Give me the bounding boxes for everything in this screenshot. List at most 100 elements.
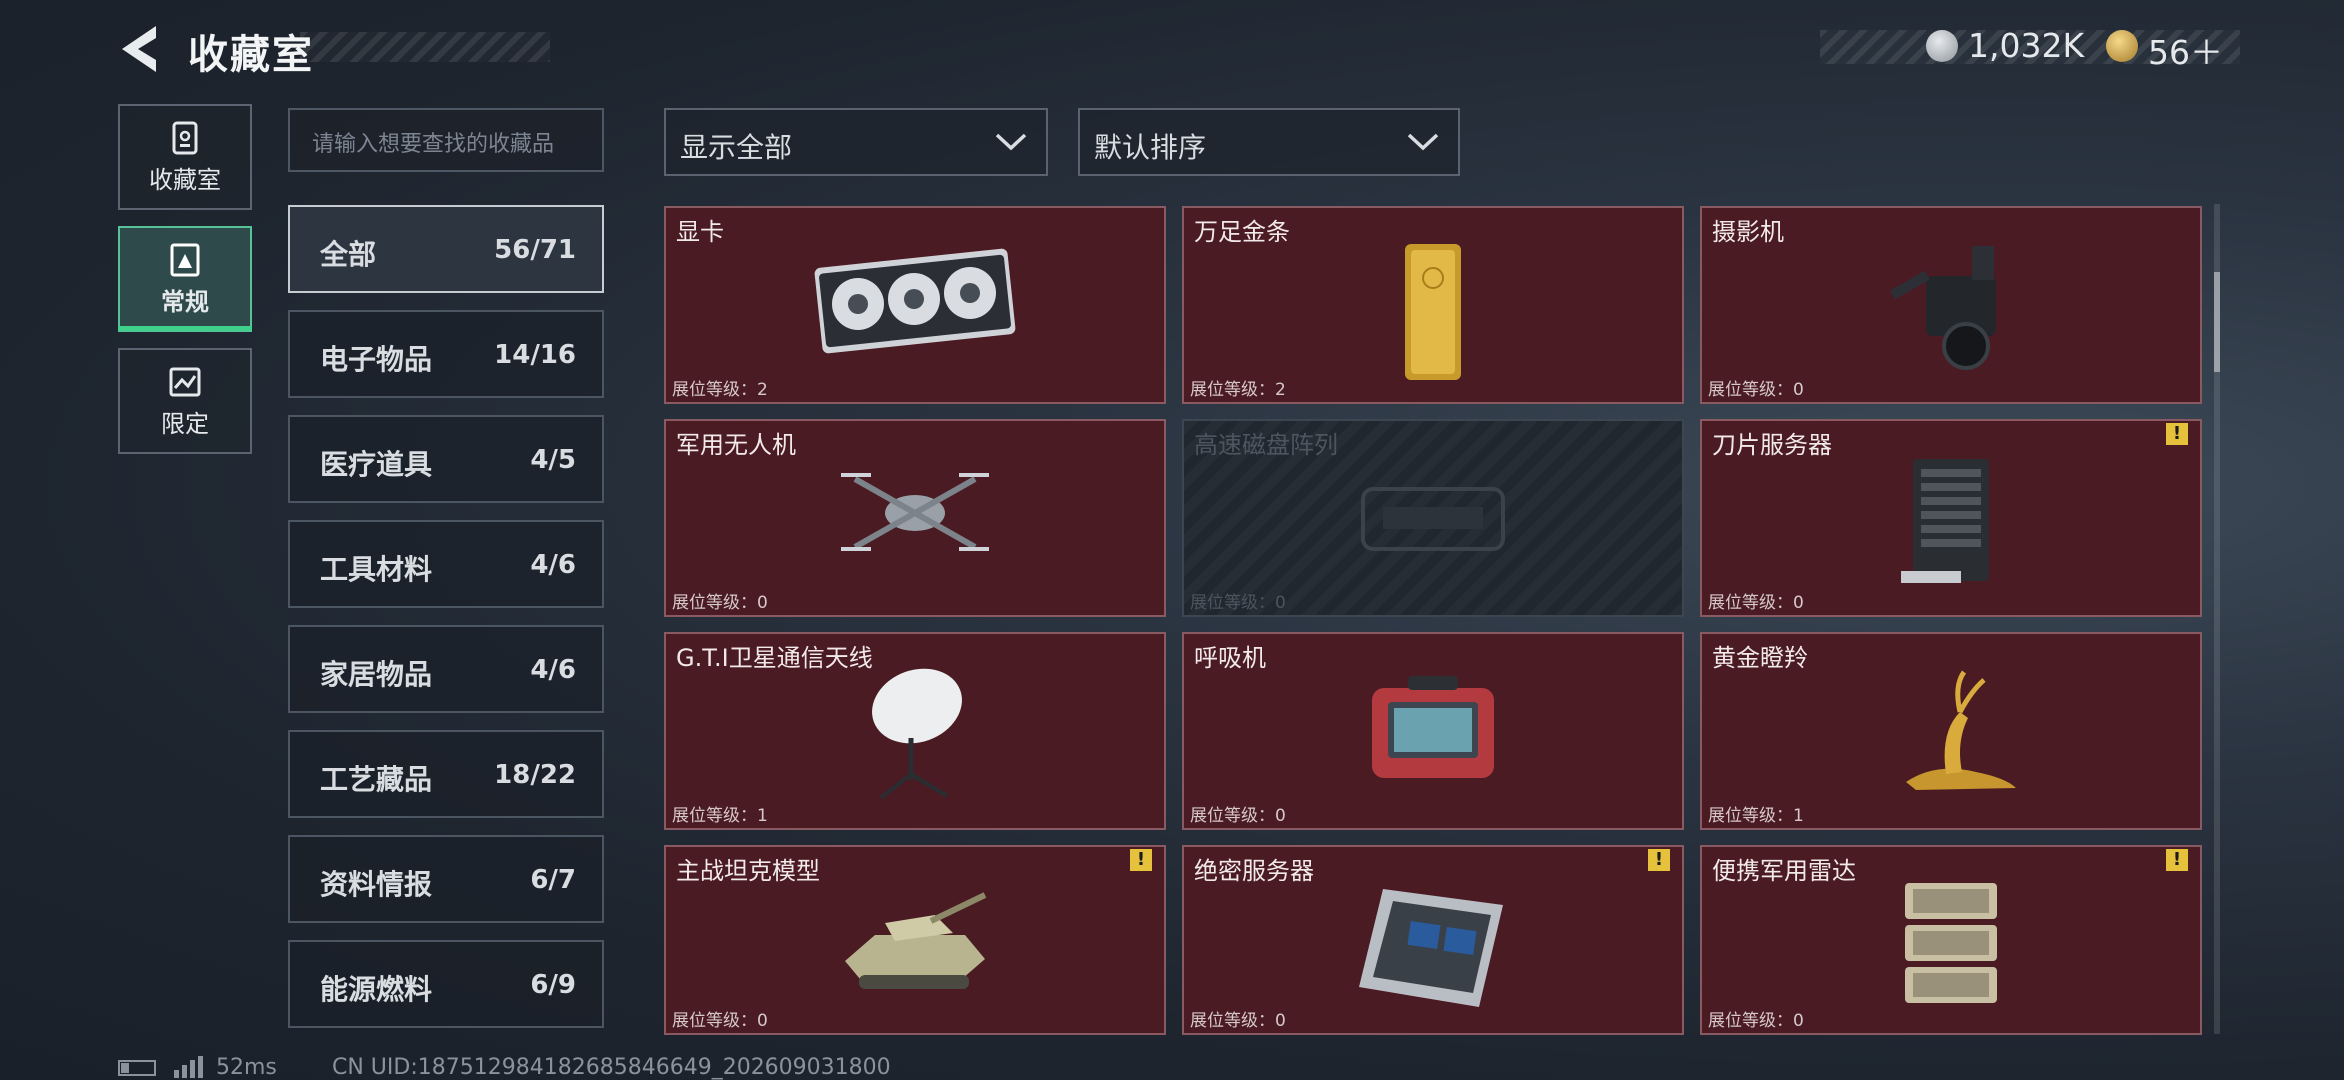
item-level: 展位等级：0	[1190, 806, 1286, 826]
category-name: 能源燃料	[320, 973, 433, 1006]
nav-label-limited: 限定	[161, 410, 209, 438]
category-name: 工具材料	[320, 553, 433, 586]
category-tools[interactable]: 工具材料 4/6	[288, 520, 604, 608]
item-card-ventilator[interactable]: 呼吸机 展位等级：0	[1182, 632, 1684, 830]
ping-value: 52ms	[216, 1055, 277, 1080]
item-card-secret-server[interactable]: 绝密服务器 ! 展位等级：0	[1182, 845, 1684, 1035]
collection-room-icon	[172, 121, 198, 155]
golden-gazelle-icon	[1906, 670, 2016, 790]
item-name: 黄金瞪羚	[1712, 644, 1808, 672]
silver-coin-icon	[1926, 30, 1958, 62]
tank-model-icon	[845, 892, 987, 989]
item-card-gold-bar[interactable]: 万足金条 展位等级：2	[1182, 206, 1684, 404]
item-name: 便携军用雷达	[1712, 857, 1856, 885]
drone-icon	[841, 473, 989, 551]
category-medical[interactable]: 医疗道具 4/5	[288, 415, 604, 503]
nav-label-collection-room: 收藏室	[149, 166, 221, 194]
sort-dropdown[interactable]: 默认排序	[1078, 108, 1460, 176]
category-all[interactable]: 全部 56/71	[288, 205, 604, 293]
item-name: 军用无人机	[676, 431, 796, 459]
item-name: 主战坦克模型	[676, 857, 820, 885]
item-card-golden-gazelle[interactable]: 黄金瞪羚 展位等级：1	[1700, 632, 2202, 830]
camera-icon	[1890, 246, 1996, 370]
category-count: 56/71	[494, 235, 576, 265]
title-decoration	[300, 32, 550, 62]
item-level: 展位等级：2	[672, 380, 768, 400]
item-level: 展位等级：0	[1190, 1011, 1286, 1031]
category-crafts[interactable]: 工艺藏品 18/22	[288, 730, 604, 818]
secret-server-icon	[1359, 889, 1503, 1007]
item-name: 显卡	[676, 218, 724, 246]
category-intel[interactable]: 资料情报 6/7	[288, 835, 604, 923]
item-level: 展位等级：1	[1708, 806, 1804, 826]
gold-currency-value[interactable]: 56＋	[2148, 26, 2223, 74]
search-input[interactable]: 请输入想要查找的收藏品	[288, 108, 604, 172]
user-uid: CN UID:18751298418268584​6649_2026090318…	[332, 1055, 891, 1080]
item-card-graphics-card[interactable]: 显卡 展位等级：2	[664, 206, 1166, 404]
gold-bar-icon	[1405, 244, 1461, 380]
regular-icon	[170, 243, 200, 277]
show-filter-value: 显示全部	[680, 131, 793, 164]
item-level: 展位等级：1	[672, 806, 768, 826]
ventilator-icon	[1372, 676, 1494, 778]
nav-regular[interactable]: 常规	[118, 226, 252, 332]
category-name: 资料情报	[320, 868, 433, 901]
category-name: 工艺藏品	[320, 763, 433, 796]
page-title: 收藏室	[188, 32, 314, 78]
warning-icon: !	[1648, 849, 1670, 871]
chevron-down-icon	[1407, 133, 1439, 151]
category-count: 4/5	[530, 445, 576, 475]
item-level: 展位等级：0	[1708, 380, 1804, 400]
category-count: 14/16	[494, 340, 576, 370]
item-name: G.T.I卫星通信天线	[676, 644, 873, 672]
item-level: 展位等级：2	[1190, 380, 1286, 400]
silver-currency-value: 1,032K	[1968, 26, 2085, 65]
item-card-camera[interactable]: 摄影机 展位等级：0	[1700, 206, 2202, 404]
warning-icon: !	[2166, 849, 2188, 871]
item-name: 绝密服务器	[1194, 857, 1314, 885]
warning-icon: !	[2166, 423, 2188, 445]
item-card-blade-server[interactable]: 刀片服务器 ! 展位等级：0	[1700, 419, 2202, 617]
category-energy[interactable]: 能源燃料 6/9	[288, 940, 604, 1028]
category-count: 18/22	[494, 760, 576, 790]
item-name: 呼吸机	[1194, 644, 1266, 672]
nav-label-regular: 常规	[161, 288, 209, 316]
category-name: 医疗道具	[320, 448, 433, 481]
nav-limited[interactable]: 限定	[118, 348, 252, 454]
sort-value: 默认排序	[1094, 131, 1207, 164]
show-filter-dropdown[interactable]: 显示全部	[664, 108, 1048, 176]
limited-icon	[169, 367, 201, 397]
item-card-satellite-dish[interactable]: G.T.I卫星通信天线 展位等级：1	[664, 632, 1166, 830]
category-electronics[interactable]: 电子物品 14/16	[288, 310, 604, 398]
item-card-disk-array[interactable]: 高速磁盘阵列 展位等级：0	[1182, 419, 1684, 617]
category-name: 电子物品	[320, 343, 433, 376]
category-count: 4/6	[530, 655, 576, 685]
graphics-card-icon	[814, 248, 1016, 354]
signal-icon	[174, 1056, 203, 1078]
back-arrow-icon[interactable]	[116, 22, 162, 76]
disk-array-icon	[1361, 487, 1505, 551]
item-grid-scroll-thumb[interactable]	[2214, 272, 2220, 372]
category-count: 4/6	[530, 550, 576, 580]
category-count: 6/9	[530, 970, 576, 1000]
item-level: 展位等级：0	[1708, 593, 1804, 613]
item-level: 展位等级：0	[672, 1011, 768, 1031]
item-level: 展位等级：0	[1190, 593, 1286, 613]
warning-icon: !	[1130, 849, 1152, 871]
item-card-portable-radar[interactable]: 便携军用雷达 ! 展位等级：0	[1700, 845, 2202, 1035]
category-name: 家居物品	[320, 658, 433, 691]
item-level: 展位等级：0	[1708, 1011, 1804, 1031]
nav-collection-room[interactable]: 收藏室	[118, 104, 252, 210]
satellite-dish-icon	[872, 668, 962, 800]
item-name: 摄影机	[1712, 218, 1784, 246]
item-card-drone[interactable]: 军用无人机 展位等级：0	[664, 419, 1166, 617]
chevron-down-icon	[995, 133, 1027, 151]
category-household[interactable]: 家居物品 4/6	[288, 625, 604, 713]
battery-icon	[118, 1060, 156, 1076]
gold-coin-icon	[2106, 30, 2138, 62]
item-level: 展位等级：0	[672, 593, 768, 613]
category-count: 6/7	[530, 865, 576, 895]
item-name: 高速磁盘阵列	[1194, 431, 1338, 459]
item-name: 万足金条	[1194, 218, 1290, 246]
item-card-tank-model[interactable]: 主战坦克模型 ! 展位等级：0	[664, 845, 1166, 1035]
